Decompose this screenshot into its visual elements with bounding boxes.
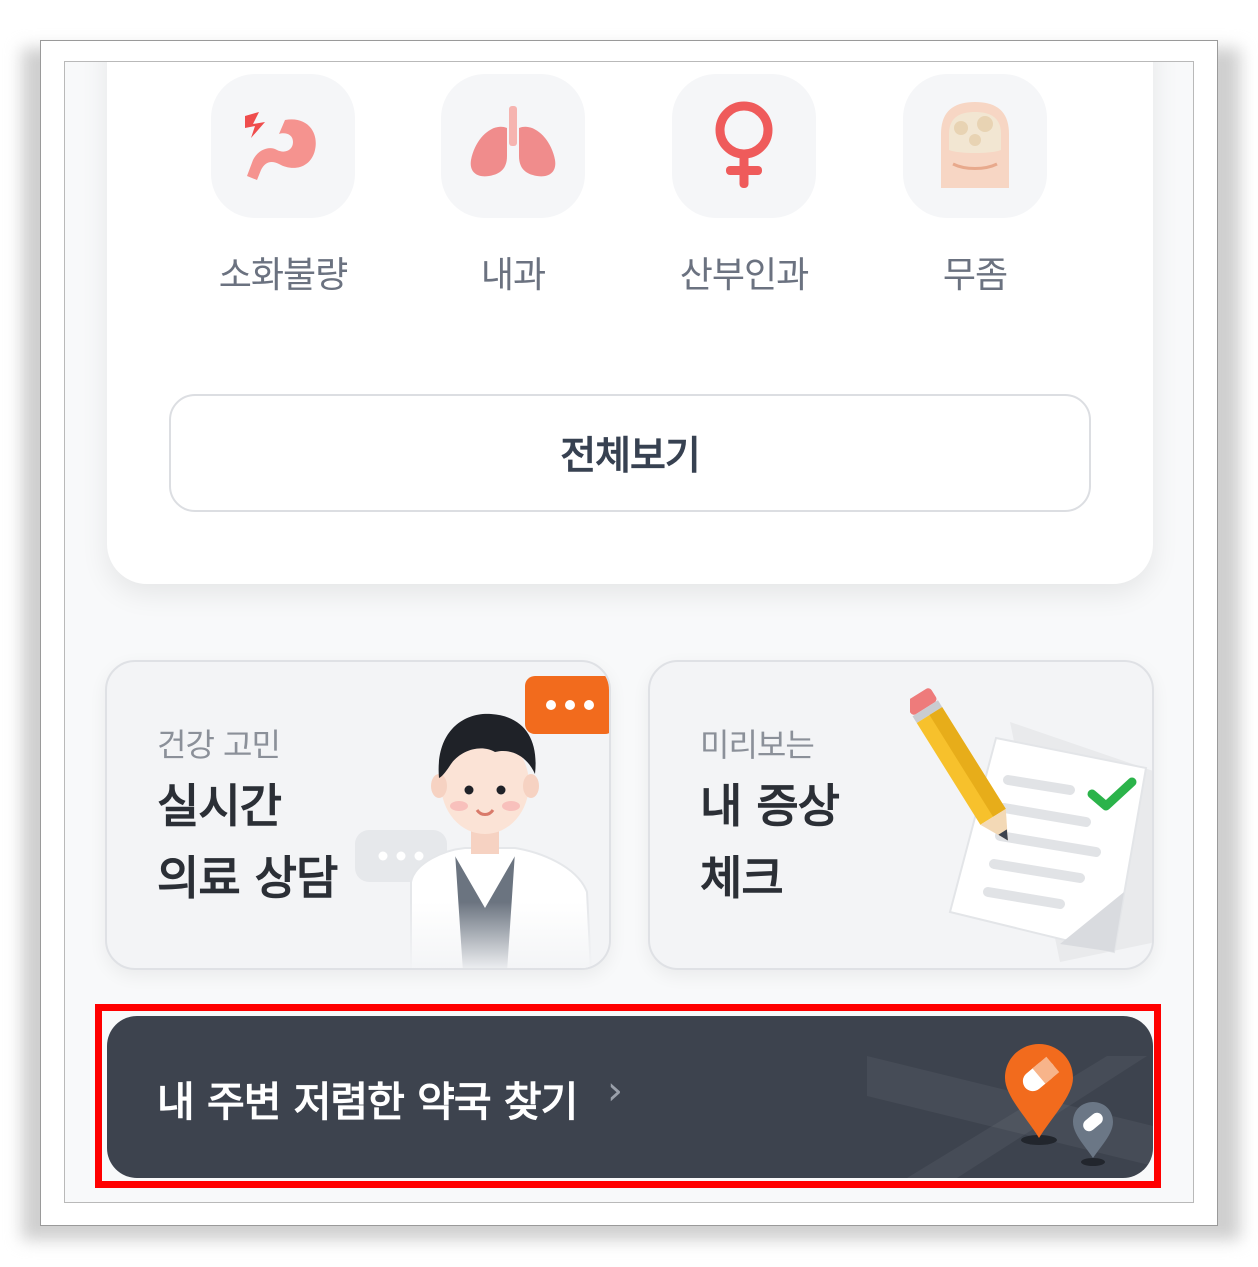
card-title-line: 의료 상담: [157, 851, 338, 905]
category-label: 산부인과: [679, 255, 809, 296]
pencil-checklist-illustration: [910, 688, 1152, 962]
highlight-box: [95, 1004, 1161, 1188]
category-item-indigestion[interactable]: 소화불량: [183, 74, 383, 298]
card-subtitle: 미리보는: [700, 726, 815, 764]
category-item-internal-medicine[interactable]: 내과: [413, 74, 613, 298]
symptom-check-card[interactable]: 미리보는 내 증상 체크: [648, 660, 1154, 970]
stomach-icon: [211, 74, 355, 218]
realtime-consult-card[interactable]: 건강 고민 실시간 의료 상담: [105, 660, 611, 970]
card-title: 실시간 의료 상담: [157, 770, 338, 914]
card-title: 내 증상 체크: [700, 770, 840, 914]
doctor-chat-illustration: [355, 676, 609, 968]
category-item-obgyn[interactable]: 산부인과: [644, 74, 844, 298]
card-title-line: 내 증상: [700, 779, 840, 833]
toenail-icon: [903, 74, 1047, 218]
category-label: 소화불량: [218, 255, 348, 296]
female-symbol-icon: [672, 74, 816, 218]
category-label: 무좀: [942, 255, 1008, 296]
view-all-button[interactable]: 전체보기: [169, 394, 1091, 512]
category-item-athletes-foot[interactable]: 무좀: [875, 74, 1075, 298]
card-title-line: 체크: [700, 851, 784, 905]
category-card: 소화불량 내과 산부인과 무좀 전체보기: [107, 62, 1153, 584]
lungs-icon: [441, 74, 585, 218]
card-title-line: 실시간: [157, 779, 282, 833]
category-label: 내과: [480, 255, 546, 296]
card-subtitle: 건강 고민: [157, 726, 281, 764]
